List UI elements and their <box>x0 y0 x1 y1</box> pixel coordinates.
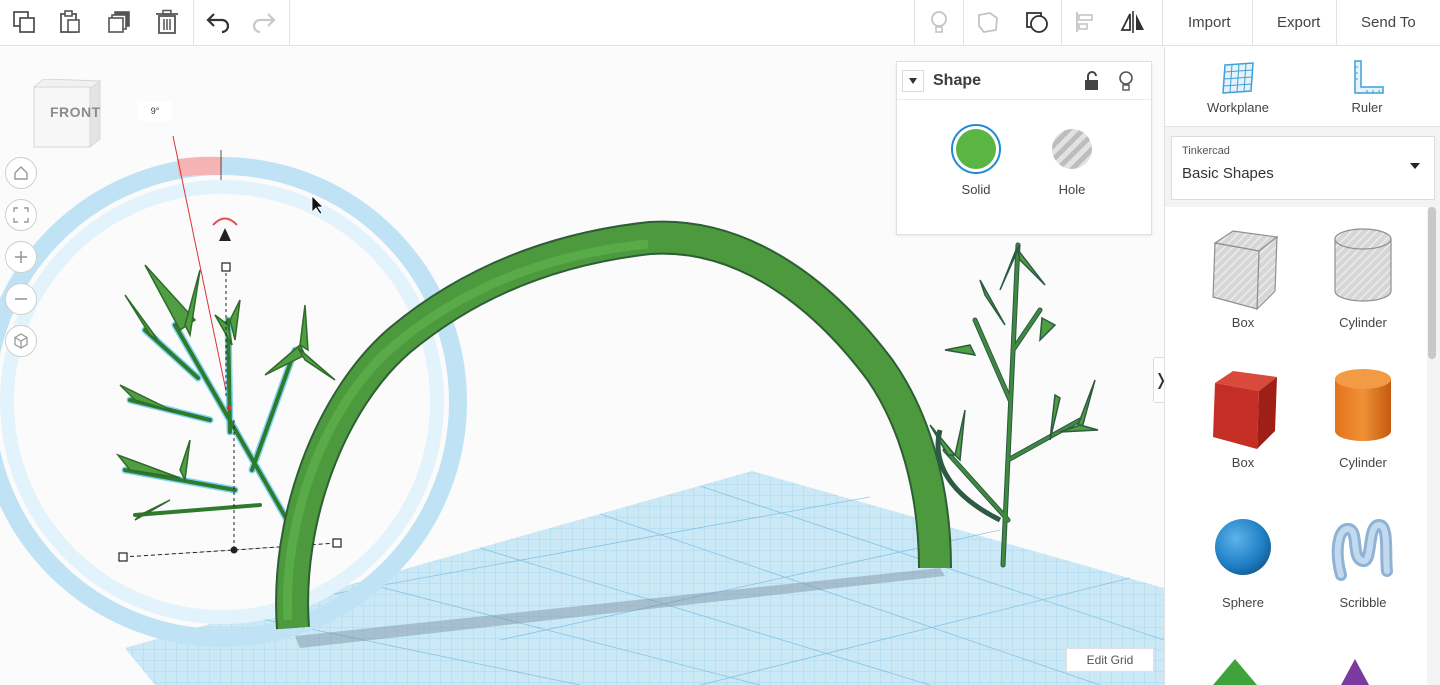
rotation-angle-label: 9° <box>138 101 172 121</box>
roof-shape-preview[interactable] <box>1211 659 1259 685</box>
toolbar-separator <box>1061 0 1062 46</box>
ruler-tool[interactable]: Ruler <box>1322 59 1412 115</box>
solid-option[interactable]: Solid <box>941 124 1011 197</box>
paste-button[interactable] <box>48 2 92 42</box>
shape-label: Box <box>1231 455 1255 470</box>
shape-label: Scribble <box>1339 595 1387 610</box>
mirror-icon <box>1120 11 1144 33</box>
inspector-collapse-button[interactable] <box>902 69 924 92</box>
cylinder-hole-icon <box>1334 228 1392 302</box>
shape-sphere[interactable]: Sphere <box>1193 505 1293 610</box>
view-cube-label: FRONT <box>50 104 101 120</box>
hole-stripe-dot <box>1052 129 1092 169</box>
scribble-icon <box>1331 518 1393 581</box>
shape-inspector: Shape Solid Hole <box>896 61 1152 235</box>
bulb-icon[interactable] <box>1115 70 1137 92</box>
orthographic-button[interactable] <box>5 325 37 357</box>
duplicate-button[interactable] <box>97 2 141 42</box>
toolbar-separator <box>963 0 964 46</box>
workplane-icon <box>1222 62 1254 94</box>
toolbar-separator <box>193 0 194 46</box>
right-plant-shape[interactable] <box>942 242 1083 568</box>
redo-icon <box>252 13 276 34</box>
shapes-panel: Workplane Ruler Tinkercad Basic Shapes B… <box>1164 47 1440 685</box>
caret-down-icon <box>909 77 917 84</box>
shape-label: Cylinder <box>1339 455 1387 470</box>
zoom-in-icon <box>15 251 27 263</box>
library-name: Basic Shapes <box>1182 165 1274 182</box>
cylinder-icon <box>1335 369 1391 441</box>
fit-icon <box>13 207 29 223</box>
mirror-button[interactable] <box>1111 2 1155 42</box>
export-button[interactable]: Export <box>1263 7 1334 37</box>
panel-scrollbar[interactable] <box>1428 207 1436 359</box>
duplicate-icon <box>108 11 130 33</box>
inspector-header: Shape <box>897 62 1151 100</box>
copy-icon <box>13 11 35 33</box>
3d-viewport[interactable]: FRONT 9° Shape Solid Hole Edit Grid <box>0 47 1164 685</box>
delete-button[interactable] <box>145 2 189 42</box>
home-view-button[interactable] <box>5 157 37 189</box>
redo-button[interactable] <box>242 2 286 42</box>
workplane-label: Workplane <box>1207 100 1269 115</box>
trash-icon <box>156 9 178 34</box>
import-button[interactable]: Import <box>1174 7 1245 37</box>
sphere-icon <box>1215 519 1271 575</box>
toolbar-separator <box>1162 0 1163 46</box>
panel-tools: Workplane Ruler <box>1165 47 1440 127</box>
toolbar-separator <box>289 0 290 46</box>
send-to-button[interactable]: Send To <box>1347 7 1430 37</box>
ortho-icon <box>14 333 28 349</box>
copy-button[interactable] <box>2 2 46 42</box>
shape-cylinder-hole[interactable]: Cylinder <box>1313 225 1413 330</box>
group-icon <box>1026 12 1048 33</box>
zoom-in-button[interactable] <box>5 241 37 273</box>
shape-library-grid: Box Cylinder Box Cylinder Sphere Scribbl… <box>1165 207 1427 685</box>
ruler-label: Ruler <box>1351 100 1383 115</box>
hole-option[interactable]: Hole <box>1037 124 1107 197</box>
caret-down-icon <box>1410 163 1420 169</box>
workplane-tool[interactable]: Workplane <box>1193 59 1283 115</box>
pyramid-shape-preview[interactable] <box>1331 659 1379 685</box>
toolbar-separator <box>914 0 915 46</box>
show-all-button[interactable] <box>917 2 961 42</box>
shape-library-dropdown[interactable]: Tinkercad Basic Shapes <box>1171 136 1435 200</box>
zoom-out-icon <box>15 298 27 300</box>
bulb-icon <box>931 11 947 33</box>
solid-color-dot <box>956 129 996 169</box>
align-button[interactable] <box>1064 2 1108 42</box>
shape-label: Box <box>1231 315 1255 330</box>
group-button[interactable] <box>1015 2 1059 42</box>
toolbar-separator <box>1336 0 1337 46</box>
box-icon <box>1213 371 1277 449</box>
align-icon <box>1076 12 1093 32</box>
shape-cylinder[interactable]: Cylinder <box>1313 365 1413 470</box>
shape-box[interactable]: Box <box>1193 365 1293 470</box>
box-hole-icon <box>1212 230 1279 311</box>
fit-view-button[interactable] <box>5 199 37 231</box>
solid-label: Solid <box>961 182 991 197</box>
note-icon <box>978 12 998 33</box>
hole-label: Hole <box>1058 182 1086 197</box>
notes-button[interactable] <box>966 2 1010 42</box>
zoom-out-button[interactable] <box>5 283 37 315</box>
shape-box-hole[interactable]: Box <box>1193 225 1293 330</box>
hole-swatch <box>1047 124 1097 174</box>
library-category: Tinkercad <box>1182 145 1230 157</box>
undo-icon <box>206 13 230 34</box>
main-toolbar: Import Export Send To <box>0 0 1440 46</box>
shape-label: Sphere <box>1222 595 1264 610</box>
solid-swatch <box>951 124 1001 174</box>
edit-grid-button[interactable]: Edit Grid <box>1066 648 1154 672</box>
shape-label: Cylinder <box>1339 315 1387 330</box>
undo-button[interactable] <box>196 2 240 42</box>
lock-icon[interactable] <box>1081 70 1103 92</box>
toolbar-separator <box>1252 0 1253 46</box>
paste-icon <box>60 10 80 33</box>
home-icon <box>14 166 28 180</box>
shape-scribble[interactable]: Scribble <box>1313 505 1413 610</box>
ruler-icon <box>1354 60 1384 94</box>
inspector-title: Shape <box>933 71 982 89</box>
